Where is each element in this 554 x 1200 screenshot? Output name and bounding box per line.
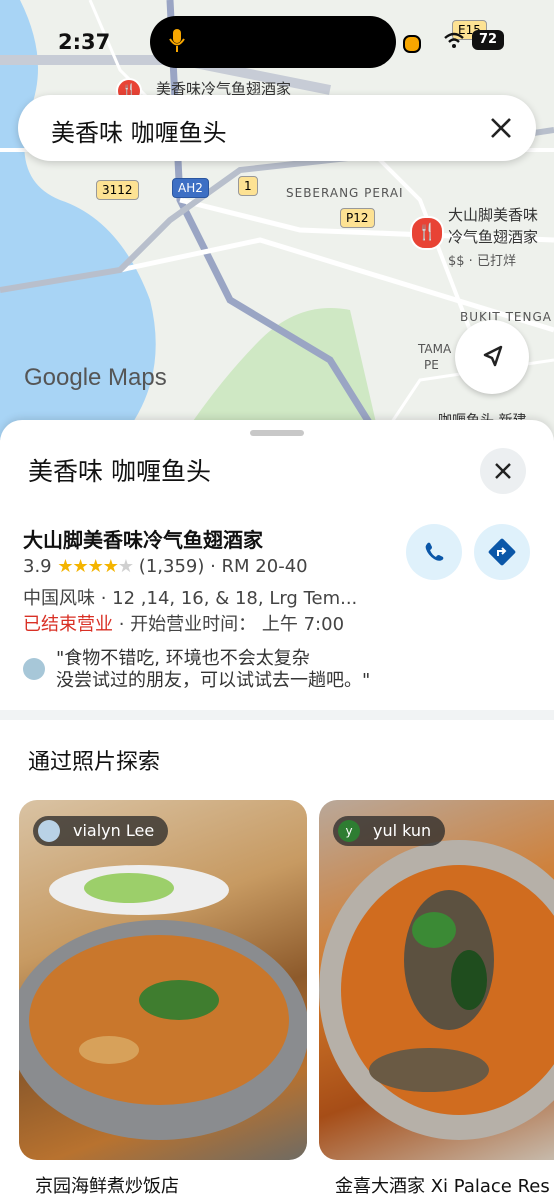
map-label-seberang-perai: SEBERANG PERAI <box>286 186 404 200</box>
battery-indicator: 72 <box>472 30 504 50</box>
road-badge-3112: 3112 <box>96 180 139 200</box>
road-badge-1: 1 <box>238 176 258 196</box>
price-range: · RM 20-40 <box>210 556 308 577</box>
status-closed: 已结束营业 <box>23 614 113 635</box>
recording-indicator-icon <box>403 35 421 53</box>
map-label-right-restaurant-info: $$ · 已打烊 <box>448 254 516 269</box>
food-photo <box>319 840 554 1140</box>
map-label-pe: PE <box>424 358 439 372</box>
explore-photos-title: 通过照片探索 <box>28 750 161 775</box>
category-address: 中国风味 · 12 ,14, 16, & 18, Lrg Tem... <box>23 588 358 609</box>
phone-icon <box>425 542 444 561</box>
author-avatar: y <box>338 820 360 842</box>
photo-card[interactable]: y yul kun <box>319 800 554 1160</box>
google-maps-logo: Google Maps <box>24 364 167 391</box>
sheet-drag-handle[interactable] <box>250 430 304 436</box>
map-label-taman: TAMA <box>418 342 452 356</box>
microphone-icon <box>169 29 185 52</box>
photo-author-name: yul kun <box>373 821 432 840</box>
map-label-right-restaurant-1: 大山脚美香味 <box>448 206 539 224</box>
call-button[interactable] <box>406 524 462 580</box>
rating-line: 3.9 ★★★★★ (1,359) · RM 20-40 <box>23 556 308 577</box>
my-location-button[interactable] <box>455 320 529 394</box>
photo-author-chip[interactable]: vialyn Lee <box>33 816 169 846</box>
sheet-title: 美香味 咖喱鱼头 <box>28 457 211 486</box>
photo-author-chip[interactable]: y yul kun <box>333 816 446 846</box>
review-snippet[interactable]: "食物不错吃, 环境也不会太复杂 没尝试过的朋友，可以试试去一趟吧。" <box>56 648 370 692</box>
review-count: (1,359) <box>138 556 205 577</box>
wifi-icon <box>444 32 464 48</box>
place-name[interactable]: 大山脚美香味冷气鱼翅酒家 <box>23 524 263 553</box>
search-query[interactable]: 美香味 咖喱鱼头 <box>51 113 227 148</box>
road-badge-p12: P12 <box>340 208 375 228</box>
dynamic-island <box>150 16 396 68</box>
close-icon <box>495 463 511 479</box>
photo-caption[interactable]: 金喜大酒家 Xi Palace Res <box>335 1172 550 1198</box>
star-rating-icon: ★★★★★ <box>57 556 134 577</box>
close-icon[interactable] <box>486 113 516 143</box>
map-label-right-restaurant-2: 冷气鱼翅酒家 <box>448 228 539 246</box>
road-badge-ah2: AH2 <box>172 178 209 198</box>
restaurant-pin-icon[interactable]: 🍴 <box>410 216 444 250</box>
sheet-close-button[interactable] <box>480 448 526 494</box>
status-bar: 2:37 72 <box>0 0 554 80</box>
rating-value: 3.9 <box>23 556 52 577</box>
food-photo <box>19 865 307 1140</box>
reviewer-avatar-icon <box>23 658 45 680</box>
open-time: · 开始营业时间： 上午 7:00 <box>113 614 345 635</box>
opening-status: 已结束营业 · 开始营业时间： 上午 7:00 <box>23 610 344 636</box>
directions-icon <box>488 538 516 566</box>
directions-button[interactable] <box>474 524 530 580</box>
section-divider <box>0 710 554 720</box>
photo-caption[interactable]: 京园海鲜煮炒饭店 <box>35 1172 179 1198</box>
results-sheet: 美香味 咖喱鱼头 大山脚美香味冷气鱼翅酒家 3.9 ★★★★★ (1,359) … <box>0 420 554 1200</box>
author-avatar <box>38 820 60 842</box>
status-time: 2:37 <box>58 30 111 54</box>
navigation-arrow-icon <box>483 345 503 367</box>
photo-card[interactable]: vialyn Lee <box>19 800 307 1160</box>
photo-author-name: vialyn Lee <box>73 821 155 840</box>
search-bar[interactable]: 美香味 咖喱鱼头 <box>18 95 536 161</box>
